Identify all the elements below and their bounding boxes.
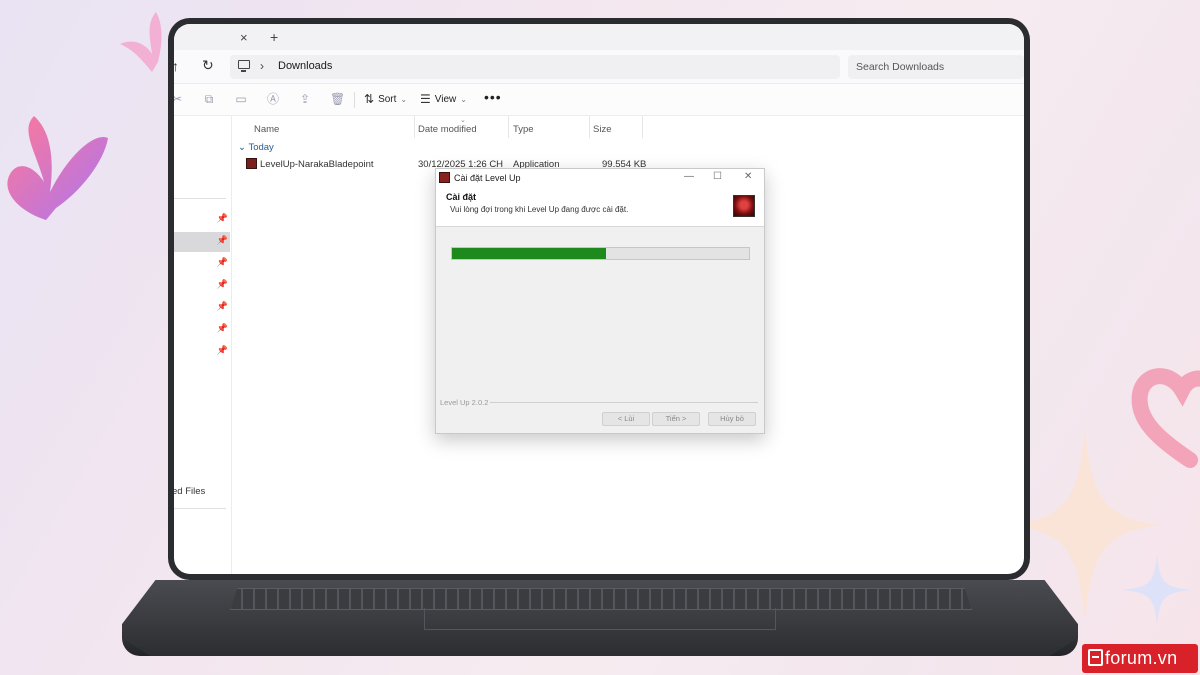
sort-label: Sort: [378, 93, 397, 105]
column-divider: [508, 116, 509, 138]
close-icon[interactable]: ✕: [744, 171, 752, 182]
dialog-header: Cài đặt Vui lòng đợi trong khi Level Up …: [436, 187, 764, 227]
pin-icon: 📌: [216, 213, 228, 223]
sort-button[interactable]: ⇅ Sort ⌄: [364, 92, 407, 106]
forum-watermark: forum.vn: [1082, 644, 1198, 673]
chevron-down-icon: ⌄: [400, 94, 408, 104]
sidebar-item[interactable]: 📌: [174, 276, 230, 296]
back-button[interactable]: < Lùi: [602, 412, 650, 426]
butterfly-decoration-icon: [120, 12, 162, 72]
step-title: Cài đặt: [446, 192, 477, 202]
sort-indicator-icon: ⌄: [460, 117, 466, 124]
application-icon: [246, 158, 257, 169]
pin-icon: 📌: [216, 323, 228, 333]
next-button[interactable]: Tiến >: [652, 412, 700, 426]
navigation-pane: 📌 📌 📌 📌 📌 📌 📌 ed Files: [174, 116, 232, 574]
up-arrow-icon[interactable]: ↑: [174, 58, 179, 74]
share-icon[interactable]: ⇪: [298, 92, 312, 106]
progress-fill: [452, 248, 607, 259]
refresh-icon[interactable]: ↻: [202, 57, 214, 74]
logo-mark-icon: [1088, 649, 1103, 666]
sidebar-item[interactable]: 📌: [174, 320, 230, 340]
pin-icon: 📌: [216, 235, 228, 245]
install-progress-bar: [451, 247, 750, 260]
watermark-text: forum.vn: [1105, 648, 1178, 668]
view-icon: ☰: [420, 92, 431, 106]
laptop-keyboard: [230, 588, 972, 610]
column-divider: [589, 116, 590, 138]
new-tab-icon[interactable]: +: [270, 29, 278, 45]
search-input[interactable]: Search Downloads: [848, 55, 1024, 79]
view-label: View: [434, 93, 457, 105]
sidebar-item[interactable]: 📌: [174, 298, 230, 318]
navigation-bar: ↑ ↻ › Downloads Search Downloads: [174, 50, 1024, 84]
installer-brand: Level Up 2.0.2: [440, 398, 489, 407]
tab-close-icon[interactable]: ×: [240, 30, 248, 45]
pin-icon: 📌: [216, 345, 228, 355]
column-header-date[interactable]: Date modified: [418, 124, 477, 135]
sidebar-item[interactable]: 📌: [174, 210, 230, 230]
column-divider: [642, 116, 643, 138]
more-options-icon[interactable]: •••: [484, 89, 502, 105]
sparkle-decoration-icon: [1122, 555, 1192, 625]
address-bar[interactable]: › Downloads: [230, 55, 840, 79]
view-button[interactable]: ☰ View ⌄: [420, 92, 467, 106]
footer-divider: [490, 402, 758, 403]
command-toolbar: ✂ ⧉ ▭ Ⓐ ⇪ 🗑 ⇅ Sort ⌄ ☰ View ⌄ •••: [174, 84, 1024, 116]
delete-icon[interactable]: 🗑: [330, 92, 345, 106]
paste-icon[interactable]: ▭: [234, 92, 248, 106]
sidebar-item-shared-files[interactable]: ed Files: [174, 486, 205, 497]
cancel-button[interactable]: Hủy bỏ: [708, 412, 756, 426]
breadcrumb-downloads[interactable]: Downloads: [278, 60, 332, 72]
game-logo-icon: [733, 195, 755, 217]
pin-icon: 📌: [216, 301, 228, 311]
copy-icon[interactable]: ⧉: [202, 92, 216, 106]
search-placeholder: Search Downloads: [856, 61, 945, 73]
sort-icon: ⇅: [364, 92, 375, 106]
cut-icon[interactable]: ✂: [174, 92, 184, 106]
monitor-icon: [238, 60, 250, 72]
minimize-icon[interactable]: —: [684, 171, 694, 182]
column-divider: [414, 116, 415, 138]
dialog-title: Cài đặt Level Up: [454, 173, 521, 183]
pin-icon: 📌: [216, 279, 228, 289]
rename-icon[interactable]: Ⓐ: [266, 92, 280, 106]
column-header-type[interactable]: Type: [513, 124, 534, 135]
pin-icon: 📌: [216, 257, 228, 267]
sidebar-divider: [174, 198, 226, 199]
sidebar-item[interactable]: 📌: [174, 342, 230, 362]
maximize-icon[interactable]: ☐: [713, 171, 722, 182]
column-header-size[interactable]: Size: [593, 124, 611, 135]
installer-dialog: Cài đặt Level Up — ☐ ✕ Cài đặt Vui lòng …: [435, 168, 765, 434]
toolbar-divider: [354, 92, 355, 108]
tab-bar: × +: [174, 24, 1024, 50]
column-header-name[interactable]: Name: [254, 124, 279, 135]
dialog-title-bar[interactable]: Cài đặt Level Up — ☐ ✕: [436, 169, 764, 187]
sidebar-item-selected[interactable]: 📌: [174, 232, 230, 252]
app-icon: [439, 172, 450, 183]
sidebar-item[interactable]: 📌: [174, 254, 230, 274]
step-description: Vui lòng đợi trong khi Level Up đang đượ…: [450, 205, 629, 214]
group-header-today[interactable]: ⌄ Today: [238, 142, 274, 153]
sidebar-divider: [174, 508, 226, 509]
file-name: LevelUp-NarakaBladepoint: [260, 159, 374, 170]
chevron-down-icon: ⌄: [460, 94, 467, 104]
butterfly-decoration-icon: [7, 116, 108, 220]
laptop-trackpad: [424, 608, 776, 630]
chevron-right-icon[interactable]: ›: [260, 59, 264, 73]
group-label: Today: [248, 142, 274, 153]
